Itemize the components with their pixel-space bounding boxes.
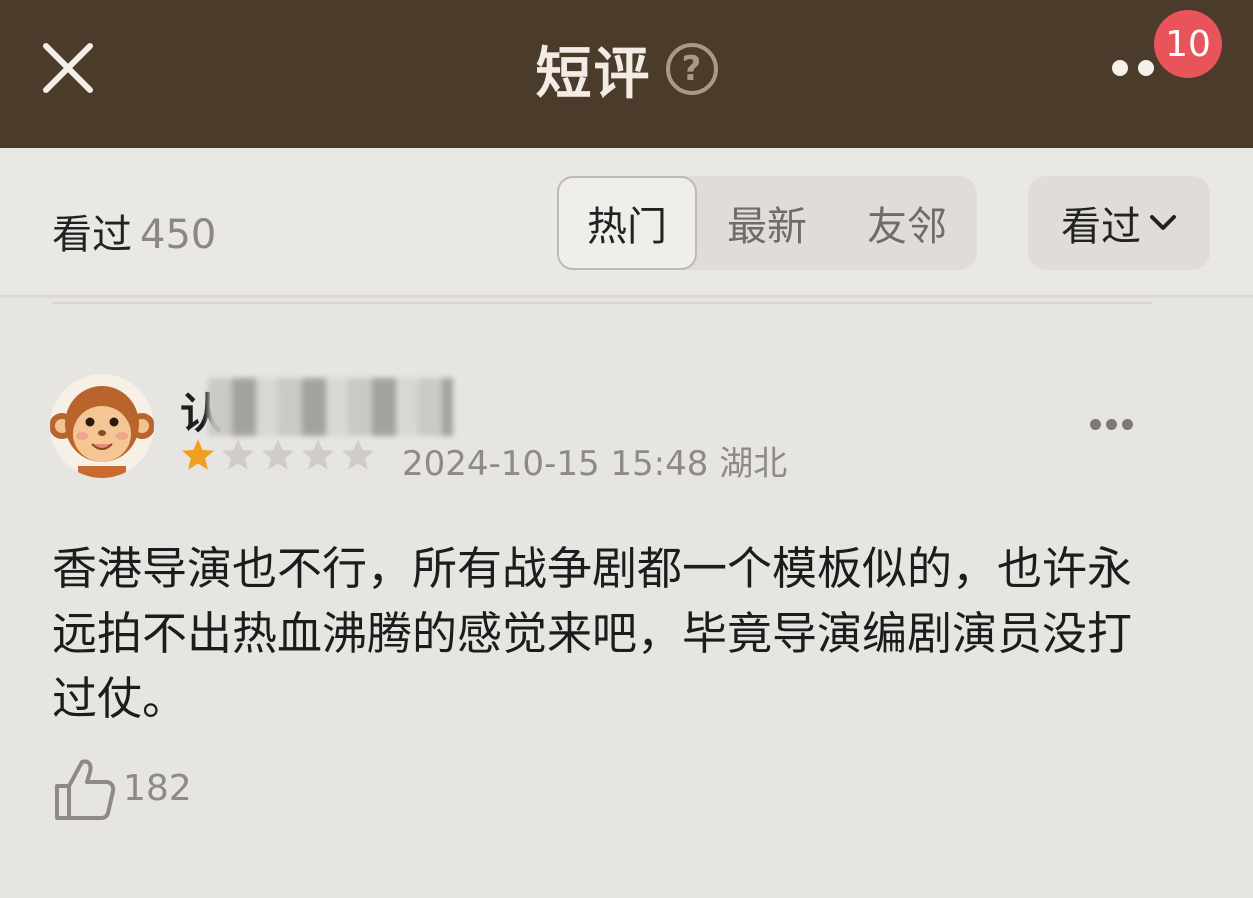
tab-latest[interactable]: 最新	[697, 176, 837, 270]
review-more-icon[interactable]	[1086, 414, 1138, 436]
dot	[1138, 60, 1154, 76]
blurred-username	[208, 378, 453, 436]
divider	[52, 302, 1152, 304]
title-group: 短评 ?	[0, 0, 1253, 138]
watched-number: 450	[140, 212, 217, 258]
star-icon	[341, 439, 375, 470]
tab-friends[interactable]: 友邻	[837, 176, 977, 270]
question-circle-icon[interactable]: ?	[665, 43, 718, 95]
review-content: 香港导演也不行，所有战争剧都一个模板似的，也许永远拍不出热血沸腾的感觉来吧，毕竟…	[52, 542, 1133, 725]
filter-label: 看过	[1061, 204, 1141, 250]
star-icon	[181, 439, 215, 470]
dot	[1106, 419, 1117, 430]
rating-stars	[180, 437, 376, 473]
review-meta: 2024-10-15 15:48 湖北	[402, 444, 788, 484]
monkey-avatar-icon	[50, 374, 154, 478]
dot	[1122, 419, 1133, 430]
thumbs-up-icon[interactable]	[52, 756, 116, 822]
dot	[1112, 60, 1128, 76]
more-dots-icon[interactable]	[1108, 56, 1160, 80]
watched-label: 看过	[52, 212, 132, 258]
tab-hot[interactable]: 热门	[557, 176, 697, 270]
like-count: 182	[123, 768, 192, 809]
avatar[interactable]	[50, 374, 154, 478]
filter-toolbar: 看过 450 热门 最新 友邻 看过	[0, 148, 1253, 298]
chevron-down-icon	[1150, 215, 1176, 230]
watched-filter-dropdown[interactable]: 看过	[1028, 176, 1210, 270]
star-icon	[301, 439, 335, 470]
top-bar: 短评 ? 10	[0, 0, 1253, 148]
dot	[1090, 419, 1101, 430]
notification-badge[interactable]: 10	[1154, 10, 1222, 78]
sort-tabs: 热门 最新 友邻	[557, 176, 977, 270]
page-title: 短评	[535, 41, 652, 107]
star-icon	[221, 439, 255, 470]
watched-count: 看过 450	[52, 202, 216, 260]
star-icon	[261, 439, 295, 470]
